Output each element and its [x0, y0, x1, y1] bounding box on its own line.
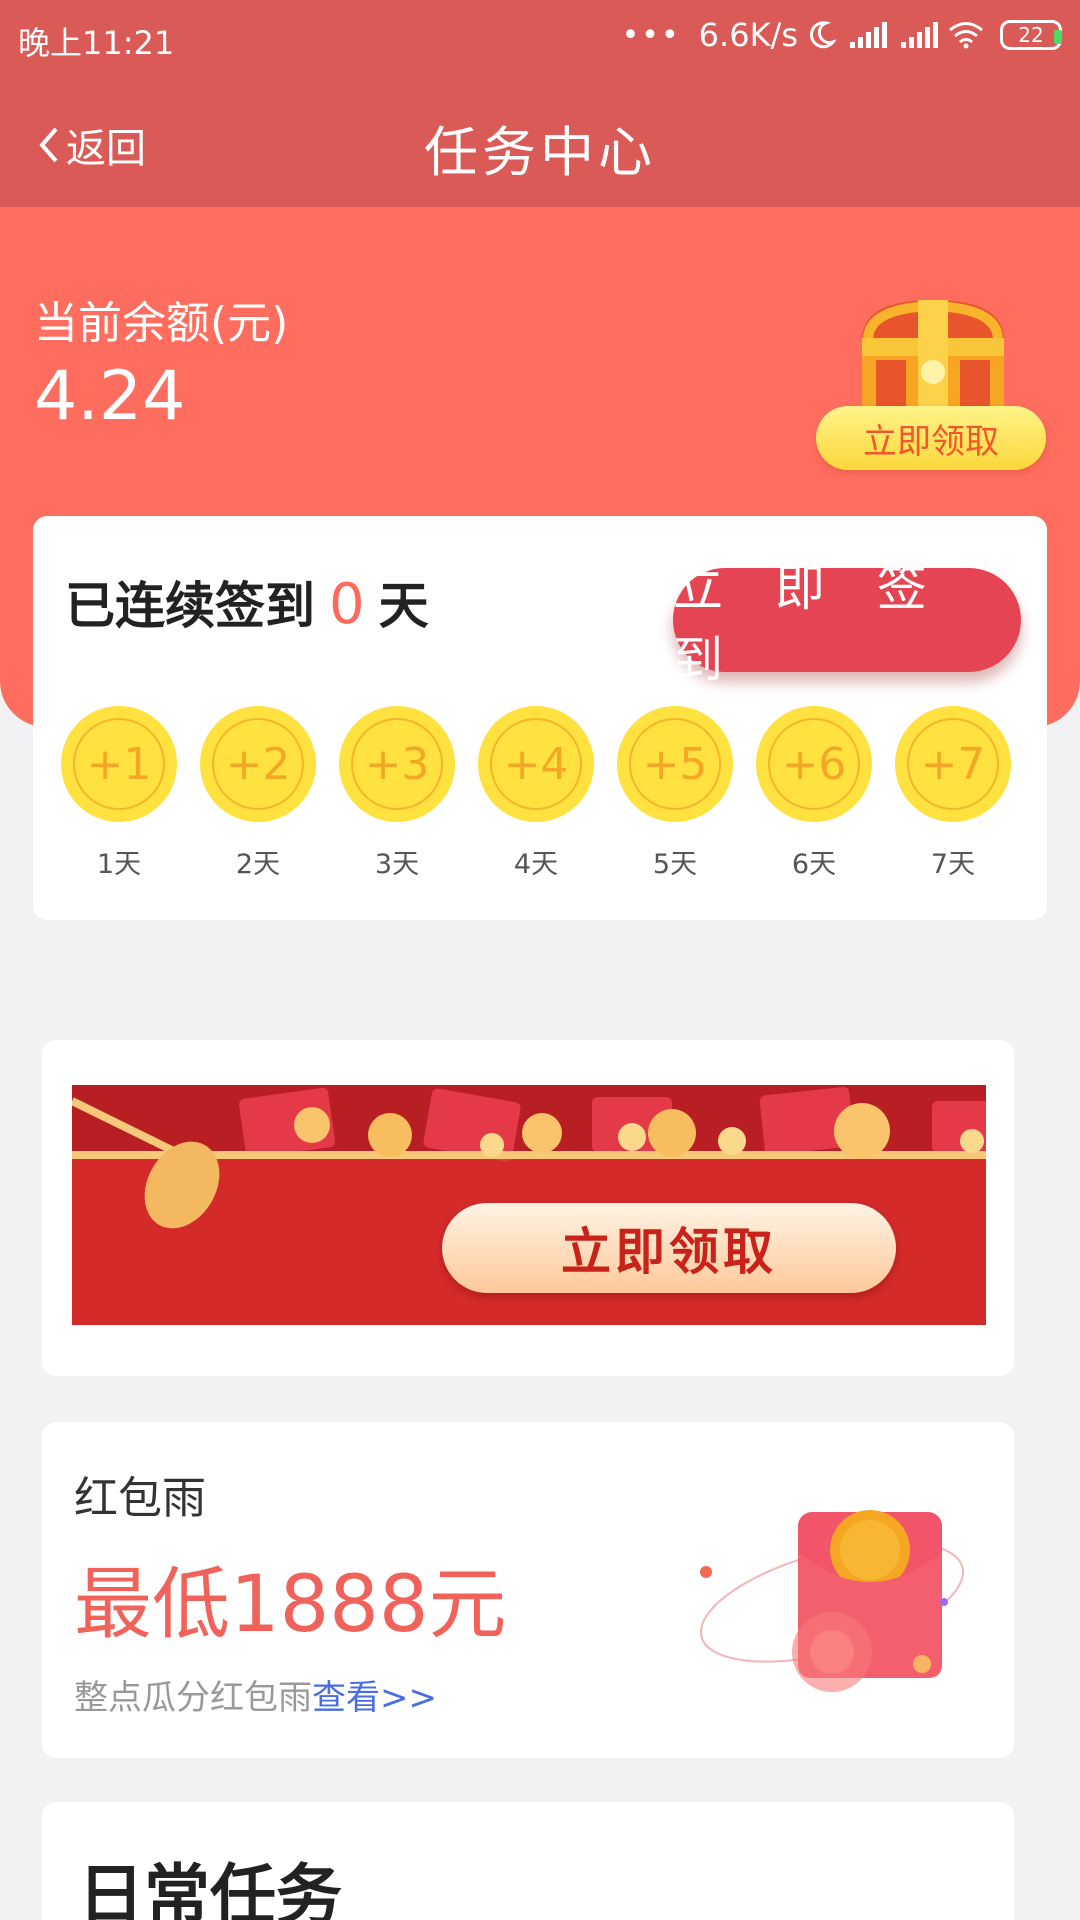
- day-reward: +1: [73, 718, 165, 810]
- day-item: +5 5天: [617, 706, 733, 881]
- status-icons: ••• 6.6K/s 22: [622, 16, 1062, 54]
- balance-value: 4.24: [34, 357, 186, 436]
- view-link[interactable]: 查看>>: [312, 1678, 437, 1718]
- day-reward: +3: [351, 718, 443, 810]
- red-envelope-rain-card[interactable]: 红包雨 最低1888元 整点瓜分红包雨查看>>: [42, 1422, 1014, 1758]
- day-reward: +5: [629, 718, 721, 810]
- day-item: +4 4天: [478, 706, 594, 881]
- day-reward: +2: [212, 718, 304, 810]
- moon-icon: [810, 21, 836, 49]
- rain-title: 红包雨: [74, 1473, 206, 1524]
- day-item: +2 2天: [200, 706, 316, 881]
- signal-icon-2: [901, 22, 938, 48]
- battery-icon: 22: [1000, 20, 1062, 50]
- day-label: 6天: [791, 849, 837, 880]
- rain-desc-text: 整点瓜分红包雨: [74, 1678, 312, 1718]
- coin-icon: +6: [756, 706, 872, 822]
- battery-level: 22: [1018, 23, 1044, 47]
- claim-balance-button[interactable]: 立即领取: [816, 406, 1046, 470]
- day-reward: +6: [768, 718, 860, 810]
- day-label: 5天: [652, 849, 698, 880]
- day-reward: +7: [907, 718, 999, 810]
- rain-description: 整点瓜分红包雨查看>>: [74, 1670, 437, 1719]
- nav-bar: 返回 任务中心: [0, 72, 1080, 207]
- rain-amount: 最低1888元: [74, 1560, 507, 1650]
- signal-icon: [850, 22, 887, 48]
- treasure-chest-icon[interactable]: [848, 290, 1018, 420]
- coin-icon: +3: [339, 706, 455, 822]
- streak-prefix: 已连续签到: [65, 577, 315, 635]
- daily-tasks-title: 日常任务: [78, 1857, 342, 1920]
- coin-icon: +4: [478, 706, 594, 822]
- coin-icon: +2: [200, 706, 316, 822]
- network-speed: 6.6K/s: [698, 16, 798, 54]
- day-item: +7 7天: [895, 706, 1011, 881]
- day-label: 1天: [96, 849, 142, 880]
- status-time: 晚上11:21: [18, 24, 175, 62]
- coin-icon: +1: [61, 706, 177, 822]
- streak-count: 0: [329, 572, 365, 637]
- day-item: +6 6天: [756, 706, 872, 881]
- day-label: 4天: [513, 849, 559, 880]
- day-item: +3 3天: [339, 706, 455, 881]
- streak-suffix: 天: [378, 577, 429, 635]
- signin-card: 已连续签到 0 天 立 即 签 到 +1 1天 +2 2天 +3 3天 +4 4…: [33, 516, 1047, 920]
- balance-label: 当前余额(元): [34, 298, 289, 349]
- day-item: +1 1天: [61, 706, 177, 881]
- day-label: 2天: [235, 849, 281, 880]
- red-envelope-banner[interactable]: 立即领取: [72, 1085, 986, 1325]
- banner-claim-button[interactable]: 立即领取: [442, 1203, 896, 1293]
- more-dots-icon: •••: [621, 17, 681, 53]
- signin-streak: 已连续签到 0 天: [65, 566, 429, 638]
- page-title: 任务中心: [424, 121, 656, 184]
- banner-card: 立即领取: [42, 1040, 1014, 1376]
- day-label: 3天: [374, 849, 420, 880]
- coin-icon: +7: [895, 706, 1011, 822]
- coin-icon: +5: [617, 706, 733, 822]
- wifi-icon: [949, 22, 983, 49]
- daily-tasks-card: 日常任务: [42, 1802, 1014, 1920]
- red-envelope-icon: [699, 1510, 965, 1692]
- day-reward: +4: [490, 718, 582, 810]
- signin-button[interactable]: 立 即 签 到: [673, 559, 1021, 689]
- day-label: 7天: [930, 849, 976, 880]
- task-center-page: 晚上11:21 ••• 6.6K/s 22 返回 任务中心 当前余额(元) 4.…: [0, 0, 1080, 1920]
- status-bar: 晚上11:21 ••• 6.6K/s 22: [0, 0, 1080, 72]
